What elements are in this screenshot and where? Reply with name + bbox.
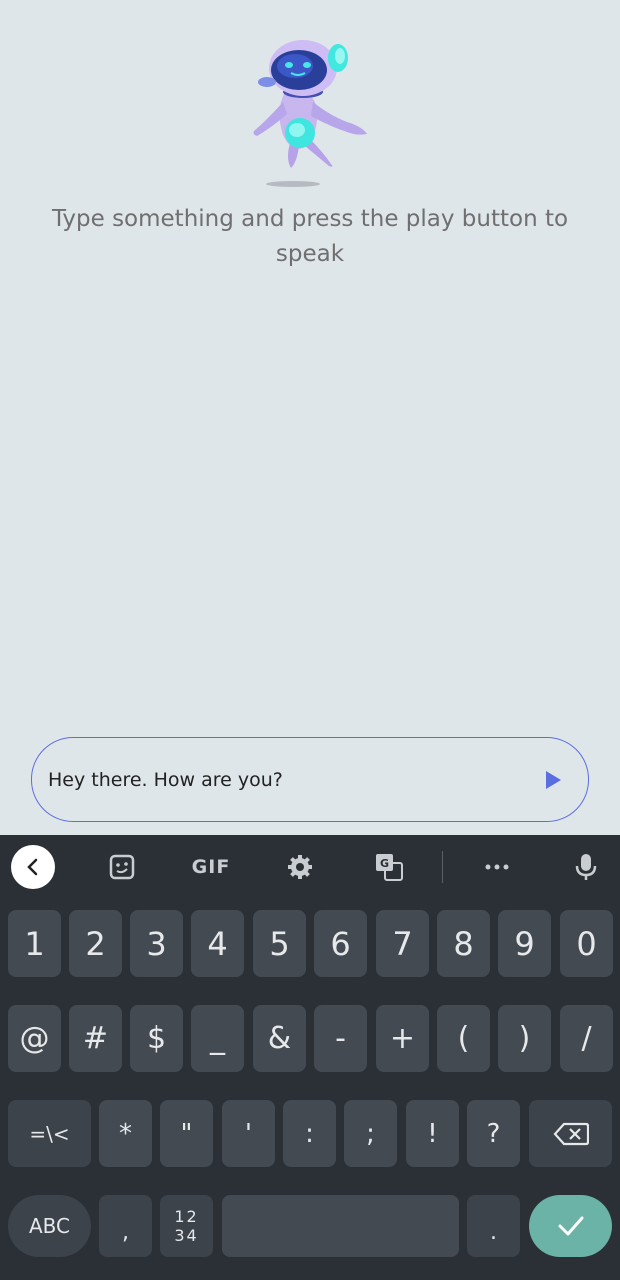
key-7[interactable]: 7: [376, 910, 429, 977]
key-hash[interactable]: #: [69, 1005, 122, 1072]
key-double-quote[interactable]: ": [160, 1100, 213, 1167]
key-4[interactable]: 4: [191, 910, 244, 977]
gif-button[interactable]: GIF: [186, 845, 236, 889]
key-period[interactable]: .: [467, 1195, 520, 1257]
key-ampersand[interactable]: &: [253, 1005, 306, 1072]
key-exclamation[interactable]: !: [406, 1100, 459, 1167]
back-icon[interactable]: [11, 845, 55, 889]
enter-key[interactable]: [529, 1195, 612, 1257]
key-dollar[interactable]: $: [130, 1005, 183, 1072]
key-1[interactable]: 1: [8, 910, 61, 977]
robot-mascot-image: [253, 40, 367, 187]
onscreen-keyboard: GIF G 1 2 3 4 5 6 7 8 9 0 @ # $ _ & - +: [0, 835, 620, 1280]
key-close-paren[interactable]: ): [498, 1005, 551, 1072]
key-slash[interactable]: /: [560, 1005, 613, 1072]
key-5[interactable]: 5: [253, 910, 306, 977]
message-input[interactable]: Hey there. How are you?: [31, 737, 589, 822]
svg-text:G: G: [380, 857, 389, 870]
play-icon[interactable]: [544, 770, 562, 790]
key-colon[interactable]: :: [283, 1100, 336, 1167]
space-key[interactable]: [222, 1195, 459, 1257]
numpad-key-top: 12: [174, 1207, 199, 1226]
check-icon[interactable]: [557, 1215, 585, 1237]
key-semicolon[interactable]: ;: [344, 1100, 397, 1167]
key-8[interactable]: 8: [437, 910, 490, 977]
key-0[interactable]: 0: [560, 910, 613, 977]
more-icon[interactable]: [476, 845, 518, 889]
numpad-key-bottom: 34: [174, 1226, 199, 1245]
sticker-icon[interactable]: [100, 845, 144, 889]
key-underscore[interactable]: _: [191, 1005, 244, 1072]
mic-icon[interactable]: [566, 845, 606, 889]
translate-icon[interactable]: G: [368, 845, 410, 889]
abc-key[interactable]: ABC: [8, 1195, 91, 1257]
app-screen: Type something and press the play button…: [0, 0, 620, 835]
key-minus[interactable]: -: [314, 1005, 367, 1072]
instruction-text: Type something and press the play button…: [51, 206, 569, 267]
key-3[interactable]: 3: [130, 910, 183, 977]
key-2[interactable]: 2: [69, 910, 122, 977]
toolbar-divider: [442, 851, 443, 883]
key-single-quote[interactable]: ': [222, 1100, 275, 1167]
key-asterisk[interactable]: *: [99, 1100, 152, 1167]
numpad-key[interactable]: 12 34: [160, 1195, 213, 1257]
backspace-key[interactable]: [529, 1100, 612, 1167]
message-input-value[interactable]: Hey there. How are you?: [48, 769, 542, 791]
settings-icon[interactable]: [280, 845, 320, 889]
key-more-symbols[interactable]: =\<: [8, 1100, 91, 1167]
key-comma[interactable]: ,: [99, 1195, 152, 1257]
key-open-paren[interactable]: (: [437, 1005, 490, 1072]
play-button[interactable]: [542, 769, 564, 791]
key-at[interactable]: @: [8, 1005, 61, 1072]
keyboard-toolbar: GIF G: [0, 835, 620, 899]
key-9[interactable]: 9: [498, 910, 551, 977]
gif-icon[interactable]: GIF: [192, 856, 231, 878]
key-plus[interactable]: +: [376, 1005, 429, 1072]
key-6[interactable]: 6: [314, 910, 367, 977]
key-question[interactable]: ?: [467, 1100, 520, 1167]
backspace-icon[interactable]: [553, 1122, 589, 1146]
